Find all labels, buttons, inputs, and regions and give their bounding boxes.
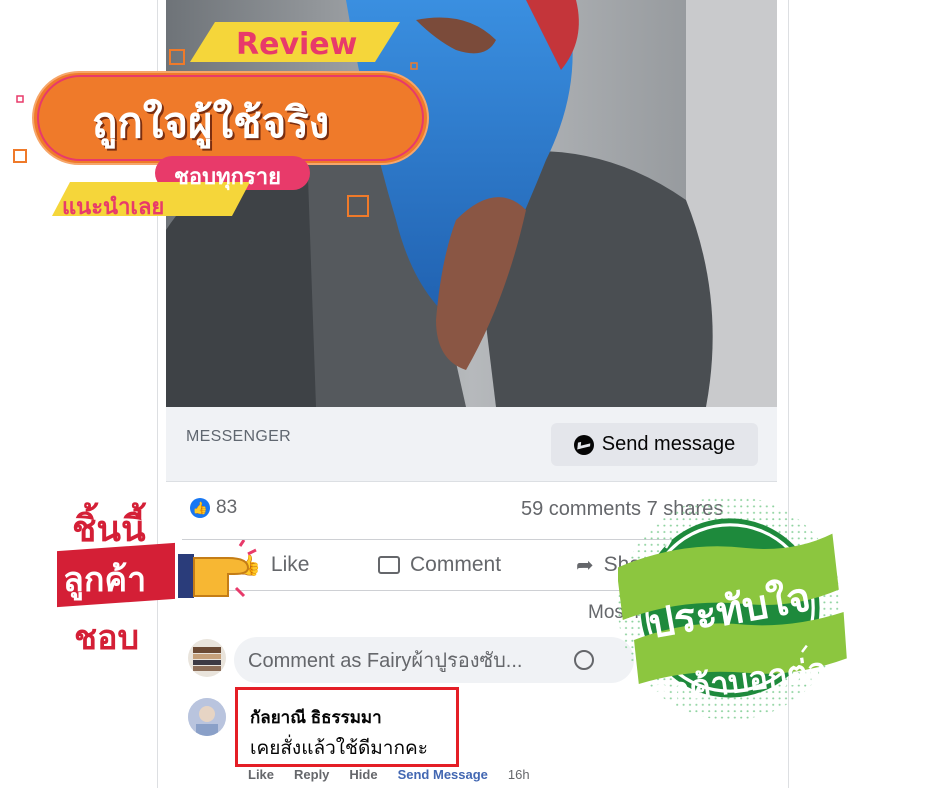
review-label: Review (236, 27, 358, 62)
comment-icon (378, 556, 400, 574)
comment-input[interactable]: Comment as Fairyผ้าปูรองซับ... (234, 637, 634, 683)
commenter-avatar[interactable] (188, 698, 226, 736)
comment-reply-link[interactable]: Reply (294, 767, 329, 782)
send-message-button[interactable]: Send message (551, 423, 758, 466)
comment-hide-link[interactable]: Hide (349, 767, 377, 782)
send-message-label: Send message (601, 433, 736, 455)
review-subline: ชอบทุกราย (174, 165, 281, 190)
comment-timestamp[interactable]: 16h (508, 767, 530, 782)
emoji-icon[interactable] (574, 650, 594, 670)
share-icon: ➦ (576, 553, 594, 577)
like-count: 83 (216, 497, 238, 518)
comment-author[interactable]: กัลยาณี ธิธรรมมา (250, 704, 382, 731)
messenger-icon (573, 434, 594, 455)
folded-sheets-icon (193, 647, 221, 671)
reaction-summary[interactable]: 👍 83 (190, 497, 237, 519)
thumbs-up-icon: 👍 (190, 498, 210, 518)
review-recommend: แนะนำเลย (62, 195, 165, 220)
comment-input-placeholder: Comment as Fairyผ้าปูรองซับ... (248, 650, 523, 672)
left-tag-line2: ลูกค้า (63, 560, 147, 600)
pointing-hand-icon (178, 540, 257, 598)
comment-label: Comment (410, 553, 502, 576)
page-avatar[interactable] (188, 639, 226, 677)
comment-like-link[interactable]: Like (248, 767, 274, 782)
comment-button[interactable]: Comment (378, 550, 501, 580)
like-label: Like (270, 553, 310, 576)
left-tag-line3: ชอบ (74, 618, 140, 658)
comment-text: เคยสั่งแล้วใช้ดีมากคะ (250, 738, 428, 759)
comment-actions: Like Reply Hide Send Message 16h (248, 767, 530, 782)
profile-photo-icon (188, 698, 226, 736)
comment-send-message-link[interactable]: Send Message (398, 767, 488, 782)
messenger-label: MESSENGER (186, 428, 291, 445)
review-headline: ถูกใจผู้ใช้จริง (92, 98, 330, 147)
